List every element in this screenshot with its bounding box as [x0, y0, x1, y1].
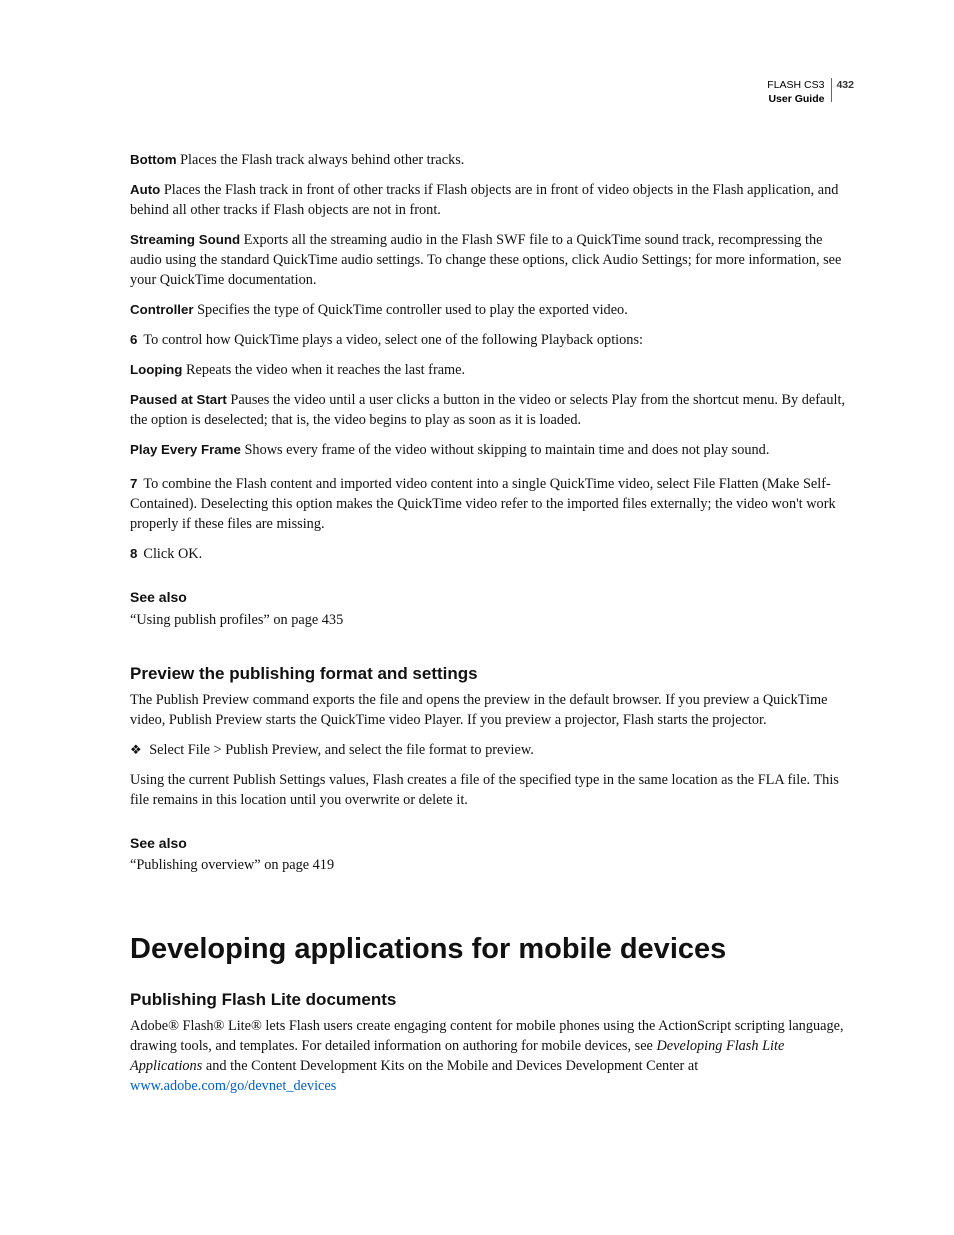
page-header: FLASH CS3 User Guide 432 [767, 78, 854, 106]
bullet-icon: ❖ [130, 742, 142, 757]
def-label: Looping [130, 362, 182, 377]
def-label: Bottom [130, 152, 177, 167]
header-separator [831, 78, 832, 102]
step-text: To combine the Flash content and importe… [130, 476, 836, 532]
page-number: 432 [836, 78, 854, 92]
def-streaming: Streaming Sound Exports all the streamin… [130, 230, 854, 290]
def-bottom: Bottom Places the Flash track always beh… [130, 150, 854, 170]
def-text: Places the Flash track in front of other… [130, 182, 838, 218]
preview-heading: Preview the publishing format and settin… [130, 662, 854, 686]
preview-p2: Using the current Publish Settings value… [130, 770, 854, 810]
header-product: FLASH CS3 [767, 78, 824, 92]
see-also-heading: See also [130, 588, 854, 608]
def-text: Pauses the video until a user clicks a b… [130, 392, 845, 428]
bullet-text: Select File > Publish Preview, and selec… [149, 742, 534, 758]
def-label: Play Every Frame [130, 442, 241, 457]
def-paused: Paused at Start Pauses the video until a… [130, 390, 854, 430]
def-looping: Looping Repeats the video when it reache… [130, 360, 854, 380]
flashlite-heading: Publishing Flash Lite documents [130, 988, 854, 1012]
step-number: 6 [130, 331, 137, 350]
def-text: Repeats the video when it reaches the la… [182, 362, 465, 378]
def-label: Controller [130, 302, 194, 317]
step-number: 8 [130, 545, 137, 564]
def-text: Shows every frame of the video without s… [241, 442, 770, 458]
header-guide: User Guide [767, 92, 824, 106]
step-number: 7 [130, 475, 137, 494]
flashlite-p1: Adobe® Flash® Lite® lets Flash users cre… [130, 1016, 854, 1096]
def-label: Paused at Start [130, 392, 227, 407]
step-8: 8 Click OK. [130, 544, 854, 564]
step-6: 6 To control how QuickTime plays a video,… [130, 330, 854, 350]
devnet-link[interactable]: www.adobe.com/go/devnet_devices [130, 1078, 336, 1094]
preview-p1: The Publish Preview command exports the … [130, 690, 854, 730]
flashlite-p1b: and the Content Development Kits on the … [202, 1058, 698, 1074]
preview-bullet: ❖ Select File > Publish Preview, and sel… [130, 740, 854, 760]
page-content: Bottom Places the Flash track always beh… [130, 150, 854, 1096]
see-also-heading: See also [130, 834, 854, 854]
step-text: Click OK. [143, 546, 202, 562]
step-7: 7To combine the Flash content and import… [130, 474, 854, 534]
def-playevery: Play Every Frame Shows every frame of th… [130, 440, 854, 460]
chapter-title: Developing applications for mobile devic… [130, 929, 854, 970]
def-label: Auto [130, 182, 160, 197]
def-text: Specifies the type of QuickTime controll… [194, 302, 628, 318]
def-auto: Auto Places the Flash track in front of … [130, 180, 854, 220]
see-also-ref: “Publishing overview” on page 419 [130, 855, 854, 875]
step-text: To control how QuickTime plays a video, … [143, 332, 643, 348]
def-controller: Controller Specifies the type of QuickTi… [130, 300, 854, 320]
see-also-ref: “Using publish profiles” on page 435 [130, 610, 854, 630]
def-text: Places the Flash track always behind oth… [177, 152, 465, 168]
def-label: Streaming Sound [130, 232, 240, 247]
